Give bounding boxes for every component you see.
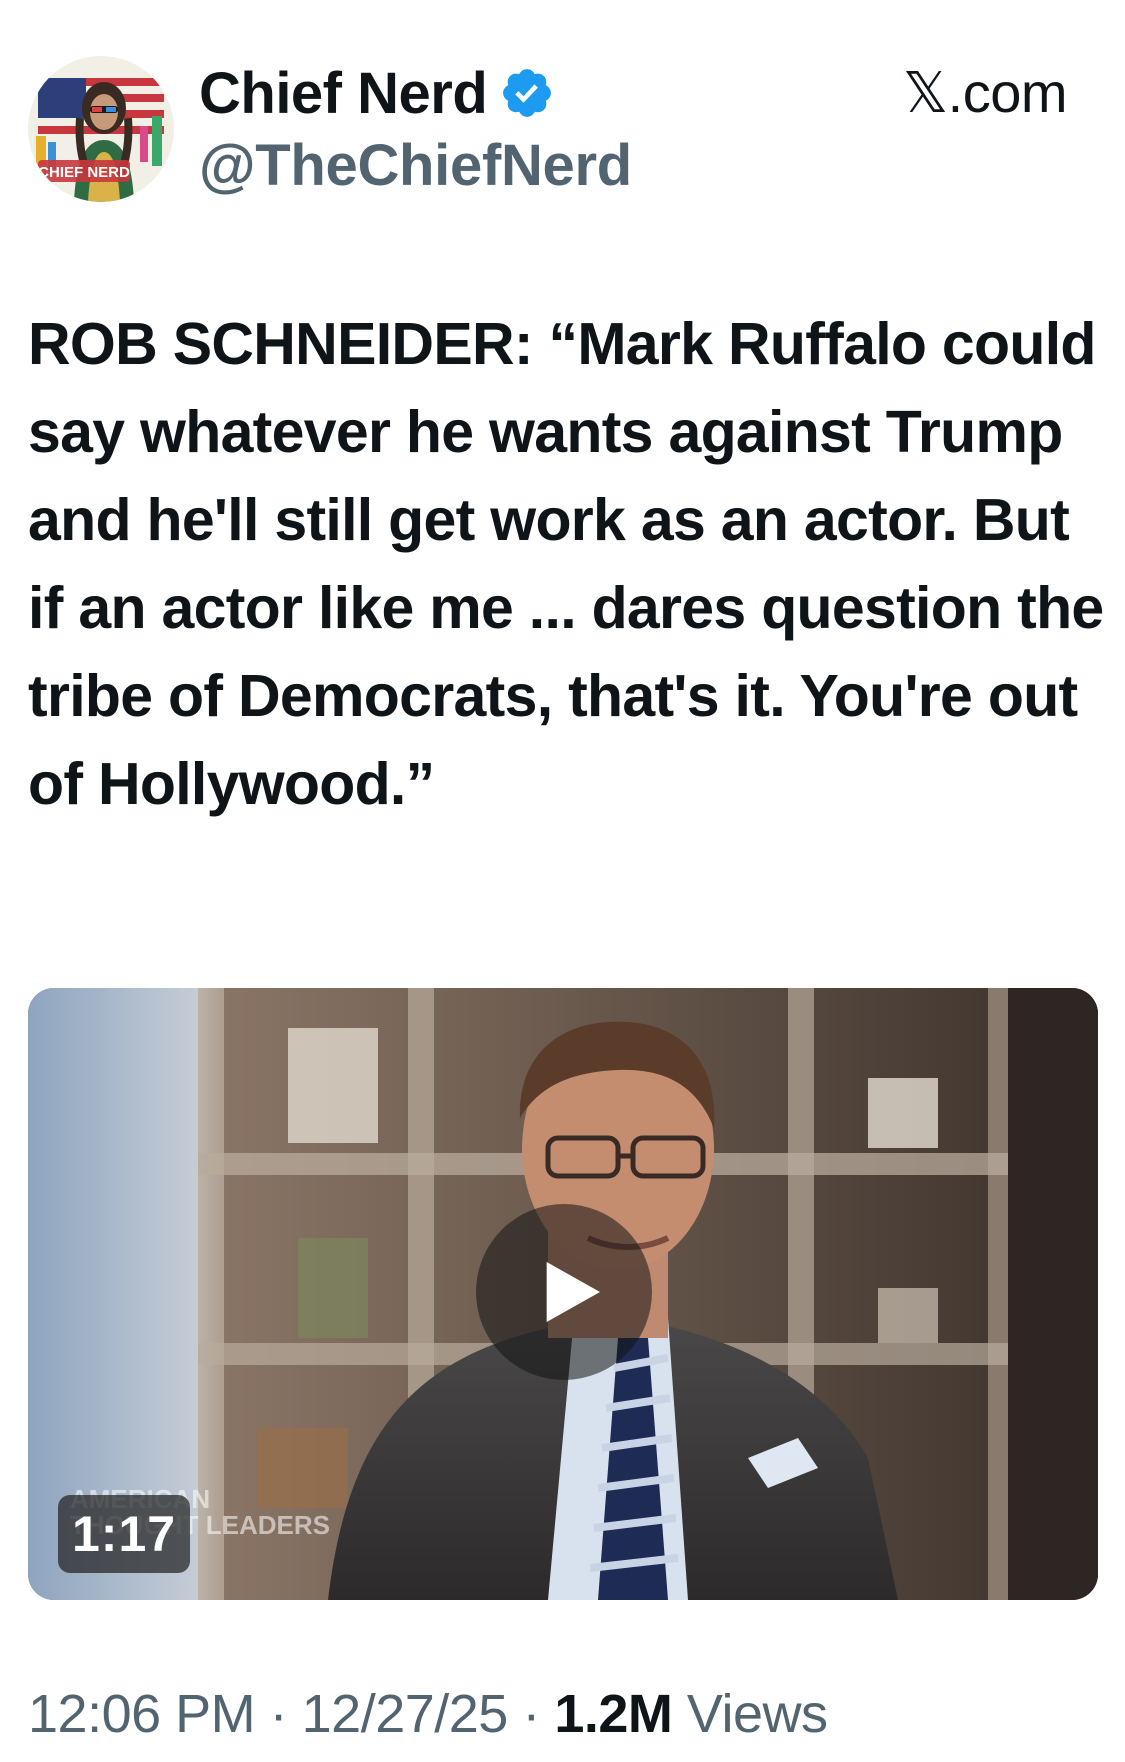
tweet-time[interactable]: 12:06 PM [28,1684,256,1744]
views-count: 1.2M [554,1684,673,1744]
author-display-name[interactable]: Chief Nerd [199,60,488,127]
play-button[interactable] [476,1204,652,1380]
author-handle[interactable]: @TheChiefNerd [199,132,632,199]
tweet-text: ROB SCHNEIDER: “Mark Ruffalo could say w… [28,311,1104,817]
site-label: 𝕏.com [903,61,1067,124]
video-duration-badge: 1:17 [58,1495,191,1573]
play-icon [546,1262,600,1322]
tweet-date[interactable]: 12/27/25 [302,1684,509,1744]
meta-separator: · [255,1684,302,1744]
avatar[interactable]: CHIEF NERD [28,56,174,202]
tweet-header: CHIEF NERD Chief Nerd @TheChiefNerd 𝕏.co… [0,0,1125,220]
verified-badge-icon [503,69,552,117]
meta-separator: · [507,1684,555,1744]
avatar-image: CHIEF NERD [28,56,174,202]
video-player[interactable]: AMERICAN THOUGHT LEADERS 1:17 [28,988,1098,1600]
avatar-label: CHIEF NERD [38,164,130,181]
tweet-meta: 12:06 PM · 12/27/25 · 1.2M Views [28,1682,828,1746]
views-label: Views [672,1684,828,1744]
author-name-row: Chief Nerd [199,58,555,128]
